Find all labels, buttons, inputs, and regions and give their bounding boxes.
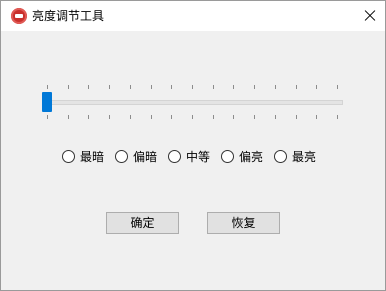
close-button[interactable] <box>355 1 385 31</box>
slider-tick-bottom <box>192 115 193 119</box>
radio-circle[interactable] <box>168 150 181 163</box>
slider-tick-top <box>254 85 255 89</box>
slider-tick-top <box>151 85 152 89</box>
radio-circle[interactable] <box>221 150 234 163</box>
slider-tick-top <box>109 85 110 89</box>
slider-tick-top <box>316 85 317 89</box>
radio-label: 偏暗 <box>133 150 158 164</box>
radio-circle[interactable] <box>115 150 128 163</box>
slider-tick-bottom <box>109 115 110 119</box>
slider-tick-top <box>296 85 297 89</box>
slider-tick-top <box>192 85 193 89</box>
slider-tick-top <box>275 85 276 89</box>
radio-label: 偏亮 <box>239 150 264 164</box>
slider-tick-top <box>171 85 172 89</box>
slider-tick-top <box>47 85 48 89</box>
slider-tick-bottom <box>296 115 297 119</box>
reset-button[interactable]: 恢复 <box>207 212 280 234</box>
radio-label: 最暗 <box>80 150 105 164</box>
brightness-tool-window: 亮度调节工具 最暗 偏暗 中等 偏亮 最亮 确定 恢复 <box>0 0 386 291</box>
slider-tick-bottom <box>88 115 89 119</box>
window-title: 亮度调节工具 <box>32 9 105 23</box>
slider-tick-top <box>68 85 69 89</box>
radio-circle[interactable] <box>62 150 75 163</box>
brightness-slider[interactable] <box>39 79 345 129</box>
slider-tick-top <box>130 85 131 89</box>
radio-circle[interactable] <box>274 150 287 163</box>
slider-tick-bottom <box>213 115 214 119</box>
slider-tick-top <box>213 85 214 89</box>
ok-button[interactable]: 确定 <box>106 212 179 234</box>
radio-label: 最亮 <box>292 150 317 164</box>
slider-tick-top <box>233 85 234 89</box>
slider-tick-bottom <box>130 115 131 119</box>
title-bar: 亮度调节工具 <box>1 1 385 31</box>
slider-tick-bottom <box>337 115 338 119</box>
slider-tick-top <box>337 85 338 89</box>
slider-tick-bottom <box>275 115 276 119</box>
slider-tick-bottom <box>316 115 317 119</box>
slider-tick-bottom <box>47 115 48 119</box>
slider-tick-bottom <box>68 115 69 119</box>
slider-tick-bottom <box>171 115 172 119</box>
slider-tick-top <box>88 85 89 89</box>
radio-label: 中等 <box>186 150 211 164</box>
slider-track <box>43 100 343 105</box>
slider-thumb[interactable] <box>42 92 52 112</box>
slider-tick-bottom <box>254 115 255 119</box>
app-icon <box>11 8 27 24</box>
slider-tick-bottom <box>233 115 234 119</box>
slider-tick-bottom <box>151 115 152 119</box>
